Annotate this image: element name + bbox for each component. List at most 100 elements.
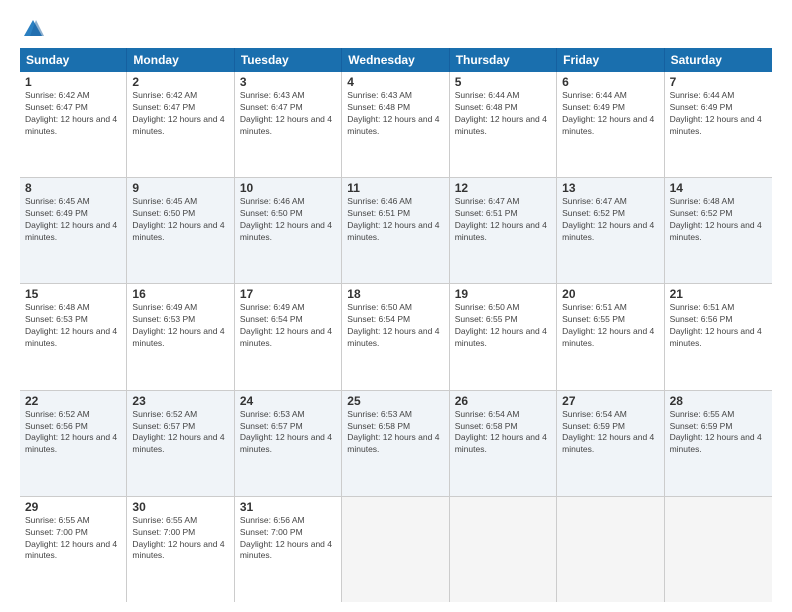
day-cell-6: 6 Sunrise: 6:44 AM Sunset: 6:49 PM Dayli… bbox=[557, 72, 664, 177]
day-number: 13 bbox=[562, 181, 658, 195]
day-info: Sunrise: 6:56 AM Sunset: 7:00 PM Dayligh… bbox=[240, 515, 336, 563]
day-number: 20 bbox=[562, 287, 658, 301]
day-info: Sunrise: 6:50 AM Sunset: 6:55 PM Dayligh… bbox=[455, 302, 551, 350]
header-day-saturday: Saturday bbox=[665, 48, 772, 72]
day-number: 9 bbox=[132, 181, 228, 195]
day-number: 28 bbox=[670, 394, 767, 408]
day-number: 7 bbox=[670, 75, 767, 89]
day-number: 1 bbox=[25, 75, 121, 89]
day-cell-25: 25 Sunrise: 6:53 AM Sunset: 6:58 PM Dayl… bbox=[342, 391, 449, 496]
day-number: 12 bbox=[455, 181, 551, 195]
day-info: Sunrise: 6:44 AM Sunset: 6:49 PM Dayligh… bbox=[562, 90, 658, 138]
day-cell-28: 28 Sunrise: 6:55 AM Sunset: 6:59 PM Dayl… bbox=[665, 391, 772, 496]
day-number: 10 bbox=[240, 181, 336, 195]
day-cell-1: 1 Sunrise: 6:42 AM Sunset: 6:47 PM Dayli… bbox=[20, 72, 127, 177]
day-info: Sunrise: 6:55 AM Sunset: 7:00 PM Dayligh… bbox=[25, 515, 121, 563]
day-number: 26 bbox=[455, 394, 551, 408]
day-cell-4: 4 Sunrise: 6:43 AM Sunset: 6:48 PM Dayli… bbox=[342, 72, 449, 177]
day-cell-19: 19 Sunrise: 6:50 AM Sunset: 6:55 PM Dayl… bbox=[450, 284, 557, 389]
day-info: Sunrise: 6:42 AM Sunset: 6:47 PM Dayligh… bbox=[132, 90, 228, 138]
day-info: Sunrise: 6:54 AM Sunset: 6:59 PM Dayligh… bbox=[562, 409, 658, 457]
day-cell-10: 10 Sunrise: 6:46 AM Sunset: 6:50 PM Dayl… bbox=[235, 178, 342, 283]
day-info: Sunrise: 6:43 AM Sunset: 6:48 PM Dayligh… bbox=[347, 90, 443, 138]
day-info: Sunrise: 6:47 AM Sunset: 6:52 PM Dayligh… bbox=[562, 196, 658, 244]
day-number: 24 bbox=[240, 394, 336, 408]
day-cell-24: 24 Sunrise: 6:53 AM Sunset: 6:57 PM Dayl… bbox=[235, 391, 342, 496]
calendar-week-4: 22 Sunrise: 6:52 AM Sunset: 6:56 PM Dayl… bbox=[20, 391, 772, 497]
day-info: Sunrise: 6:51 AM Sunset: 6:55 PM Dayligh… bbox=[562, 302, 658, 350]
day-number: 11 bbox=[347, 181, 443, 195]
page: SundayMondayTuesdayWednesdayThursdayFrid… bbox=[0, 0, 792, 612]
day-info: Sunrise: 6:43 AM Sunset: 6:47 PM Dayligh… bbox=[240, 90, 336, 138]
day-cell-13: 13 Sunrise: 6:47 AM Sunset: 6:52 PM Dayl… bbox=[557, 178, 664, 283]
day-info: Sunrise: 6:52 AM Sunset: 6:56 PM Dayligh… bbox=[25, 409, 121, 457]
day-info: Sunrise: 6:52 AM Sunset: 6:57 PM Dayligh… bbox=[132, 409, 228, 457]
day-info: Sunrise: 6:44 AM Sunset: 6:49 PM Dayligh… bbox=[670, 90, 767, 138]
day-info: Sunrise: 6:48 AM Sunset: 6:52 PM Dayligh… bbox=[670, 196, 767, 244]
day-number: 3 bbox=[240, 75, 336, 89]
day-number: 15 bbox=[25, 287, 121, 301]
day-number: 22 bbox=[25, 394, 121, 408]
empty-cell bbox=[450, 497, 557, 602]
day-info: Sunrise: 6:54 AM Sunset: 6:58 PM Dayligh… bbox=[455, 409, 551, 457]
logo-icon bbox=[22, 18, 44, 40]
day-info: Sunrise: 6:46 AM Sunset: 6:50 PM Dayligh… bbox=[240, 196, 336, 244]
day-info: Sunrise: 6:51 AM Sunset: 6:56 PM Dayligh… bbox=[670, 302, 767, 350]
day-cell-23: 23 Sunrise: 6:52 AM Sunset: 6:57 PM Dayl… bbox=[127, 391, 234, 496]
day-info: Sunrise: 6:55 AM Sunset: 7:00 PM Dayligh… bbox=[132, 515, 228, 563]
day-info: Sunrise: 6:55 AM Sunset: 6:59 PM Dayligh… bbox=[670, 409, 767, 457]
header-day-monday: Monday bbox=[127, 48, 234, 72]
empty-cell bbox=[665, 497, 772, 602]
calendar-week-2: 8 Sunrise: 6:45 AM Sunset: 6:49 PM Dayli… bbox=[20, 178, 772, 284]
day-info: Sunrise: 6:46 AM Sunset: 6:51 PM Dayligh… bbox=[347, 196, 443, 244]
day-number: 6 bbox=[562, 75, 658, 89]
day-info: Sunrise: 6:44 AM Sunset: 6:48 PM Dayligh… bbox=[455, 90, 551, 138]
day-cell-16: 16 Sunrise: 6:49 AM Sunset: 6:53 PM Dayl… bbox=[127, 284, 234, 389]
day-cell-31: 31 Sunrise: 6:56 AM Sunset: 7:00 PM Dayl… bbox=[235, 497, 342, 602]
calendar: SundayMondayTuesdayWednesdayThursdayFrid… bbox=[20, 48, 772, 602]
day-number: 8 bbox=[25, 181, 121, 195]
header-day-wednesday: Wednesday bbox=[342, 48, 449, 72]
day-info: Sunrise: 6:45 AM Sunset: 6:50 PM Dayligh… bbox=[132, 196, 228, 244]
day-number: 27 bbox=[562, 394, 658, 408]
day-number: 21 bbox=[670, 287, 767, 301]
day-cell-15: 15 Sunrise: 6:48 AM Sunset: 6:53 PM Dayl… bbox=[20, 284, 127, 389]
day-info: Sunrise: 6:49 AM Sunset: 6:54 PM Dayligh… bbox=[240, 302, 336, 350]
day-info: Sunrise: 6:47 AM Sunset: 6:51 PM Dayligh… bbox=[455, 196, 551, 244]
calendar-week-1: 1 Sunrise: 6:42 AM Sunset: 6:47 PM Dayli… bbox=[20, 72, 772, 178]
day-number: 19 bbox=[455, 287, 551, 301]
day-number: 31 bbox=[240, 500, 336, 514]
day-cell-17: 17 Sunrise: 6:49 AM Sunset: 6:54 PM Dayl… bbox=[235, 284, 342, 389]
day-info: Sunrise: 6:50 AM Sunset: 6:54 PM Dayligh… bbox=[347, 302, 443, 350]
day-number: 5 bbox=[455, 75, 551, 89]
day-number: 14 bbox=[670, 181, 767, 195]
day-cell-11: 11 Sunrise: 6:46 AM Sunset: 6:51 PM Dayl… bbox=[342, 178, 449, 283]
day-cell-29: 29 Sunrise: 6:55 AM Sunset: 7:00 PM Dayl… bbox=[20, 497, 127, 602]
day-cell-30: 30 Sunrise: 6:55 AM Sunset: 7:00 PM Dayl… bbox=[127, 497, 234, 602]
day-number: 29 bbox=[25, 500, 121, 514]
calendar-week-5: 29 Sunrise: 6:55 AM Sunset: 7:00 PM Dayl… bbox=[20, 497, 772, 602]
day-number: 17 bbox=[240, 287, 336, 301]
day-number: 18 bbox=[347, 287, 443, 301]
day-cell-12: 12 Sunrise: 6:47 AM Sunset: 6:51 PM Dayl… bbox=[450, 178, 557, 283]
logo bbox=[20, 18, 44, 40]
day-number: 23 bbox=[132, 394, 228, 408]
day-cell-5: 5 Sunrise: 6:44 AM Sunset: 6:48 PM Dayli… bbox=[450, 72, 557, 177]
day-info: Sunrise: 6:45 AM Sunset: 6:49 PM Dayligh… bbox=[25, 196, 121, 244]
day-cell-7: 7 Sunrise: 6:44 AM Sunset: 6:49 PM Dayli… bbox=[665, 72, 772, 177]
calendar-week-3: 15 Sunrise: 6:48 AM Sunset: 6:53 PM Dayl… bbox=[20, 284, 772, 390]
header-day-sunday: Sunday bbox=[20, 48, 127, 72]
day-cell-14: 14 Sunrise: 6:48 AM Sunset: 6:52 PM Dayl… bbox=[665, 178, 772, 283]
day-number: 4 bbox=[347, 75, 443, 89]
day-number: 30 bbox=[132, 500, 228, 514]
day-cell-18: 18 Sunrise: 6:50 AM Sunset: 6:54 PM Dayl… bbox=[342, 284, 449, 389]
day-cell-21: 21 Sunrise: 6:51 AM Sunset: 6:56 PM Dayl… bbox=[665, 284, 772, 389]
calendar-body: 1 Sunrise: 6:42 AM Sunset: 6:47 PM Dayli… bbox=[20, 72, 772, 602]
day-info: Sunrise: 6:53 AM Sunset: 6:57 PM Dayligh… bbox=[240, 409, 336, 457]
day-info: Sunrise: 6:49 AM Sunset: 6:53 PM Dayligh… bbox=[132, 302, 228, 350]
header-day-friday: Friday bbox=[557, 48, 664, 72]
day-cell-3: 3 Sunrise: 6:43 AM Sunset: 6:47 PM Dayli… bbox=[235, 72, 342, 177]
day-cell-27: 27 Sunrise: 6:54 AM Sunset: 6:59 PM Dayl… bbox=[557, 391, 664, 496]
empty-cell bbox=[557, 497, 664, 602]
header-day-thursday: Thursday bbox=[450, 48, 557, 72]
